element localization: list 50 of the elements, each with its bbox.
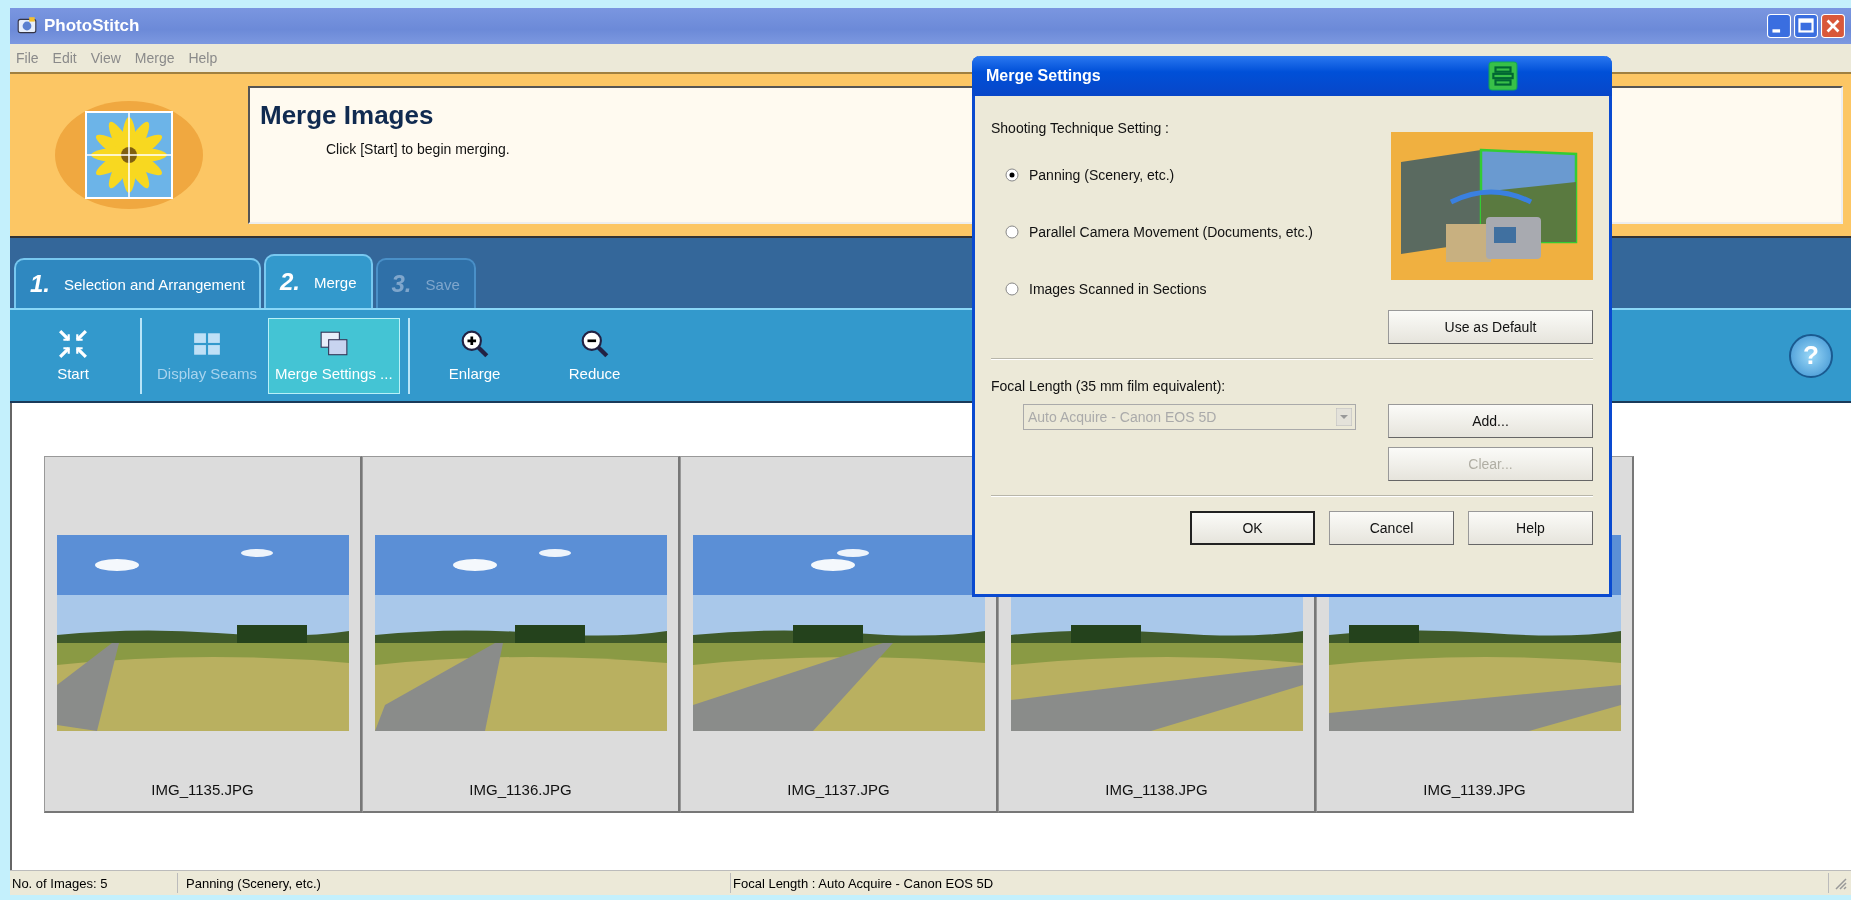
instruction-text: Click [Start] to begin merging. xyxy=(326,141,510,157)
radio-button[interactable] xyxy=(1005,281,1019,296)
add-button[interactable]: Add... xyxy=(1388,404,1593,438)
menu-item[interactable]: File xyxy=(16,50,39,66)
radio-option[interactable]: Parallel Camera Movement (Documents, etc.) xyxy=(1005,203,1313,260)
stack-icon xyxy=(1488,61,1518,91)
thumbnail-card[interactable]: IMG_1135.JPG xyxy=(44,456,362,813)
radio-button[interactable] xyxy=(1005,224,1019,239)
resize-grip-icon xyxy=(1833,876,1847,890)
caret-icon xyxy=(1336,408,1352,426)
dialog-button[interactable]: Help xyxy=(1468,511,1593,545)
file-name: IMG_1137.JPG xyxy=(787,781,890,798)
maximize-button[interactable] xyxy=(1794,14,1818,38)
radio-option[interactable]: Panning (Scenery, etc.) xyxy=(1005,146,1313,203)
status-text: Focal Length : Auto Acquire - Canon EOS 5D xyxy=(731,873,1829,893)
thumbnail-card[interactable]: IMG_1136.JPG xyxy=(362,456,680,813)
menu-item[interactable]: Help xyxy=(188,50,218,66)
window-title: PhotoStitch xyxy=(44,16,140,36)
technique-label: Shooting Technique Setting : xyxy=(991,120,1170,136)
use-as-default-button[interactable]: Use as Default xyxy=(1388,310,1593,344)
menu-item[interactable]: Merge xyxy=(134,50,175,66)
close-button[interactable] xyxy=(1821,14,1845,38)
toolbar-button[interactable]: Merge Settings ... xyxy=(268,317,400,394)
focal-length-label: Focal Length (35 mm film equivalent): xyxy=(991,378,1227,394)
status-text: Panning (Scenery, etc.) xyxy=(178,873,731,893)
minimize-button[interactable] xyxy=(1767,14,1791,38)
thumbnail-card[interactable]: IMG_1137.JPG xyxy=(680,456,998,813)
status-text: No. of Images: 5 xyxy=(10,873,178,893)
file-name: IMG_1135.JPG xyxy=(151,781,254,798)
file-name: IMG_1139.JPG xyxy=(1423,781,1526,798)
flower-tiles-icon xyxy=(54,100,204,210)
help-button[interactable]: ? xyxy=(1789,333,1833,378)
zoom-in-icon xyxy=(459,329,490,359)
toolbar-button[interactable]: Start xyxy=(14,317,132,394)
toolbar-button[interactable]: Enlarge xyxy=(415,317,534,394)
radio-option[interactable]: Images Scanned in Sections xyxy=(1005,260,1313,317)
step-tab[interactable]: 2. Merge xyxy=(263,254,373,308)
toolbar-button[interactable]: Reduce xyxy=(535,317,654,394)
dialog-title: Merge Settings xyxy=(986,67,1101,85)
file-name: IMG_1136.JPG xyxy=(469,781,572,798)
inward-arrows-icon xyxy=(58,329,88,359)
dialog-button[interactable]: OK xyxy=(1190,511,1315,545)
menu-item[interactable]: Edit xyxy=(52,50,77,66)
dialog-button[interactable]: Cancel xyxy=(1329,511,1454,545)
page-heading: Merge Images xyxy=(260,100,434,131)
zoom-out-icon xyxy=(579,329,610,359)
radio-button[interactable] xyxy=(1005,167,1019,182)
file-name: IMG_1138.JPG xyxy=(1105,781,1208,798)
step-tab[interactable]: 1. Selection and Arrangement xyxy=(14,258,261,308)
menu-item[interactable]: View xyxy=(90,50,121,66)
